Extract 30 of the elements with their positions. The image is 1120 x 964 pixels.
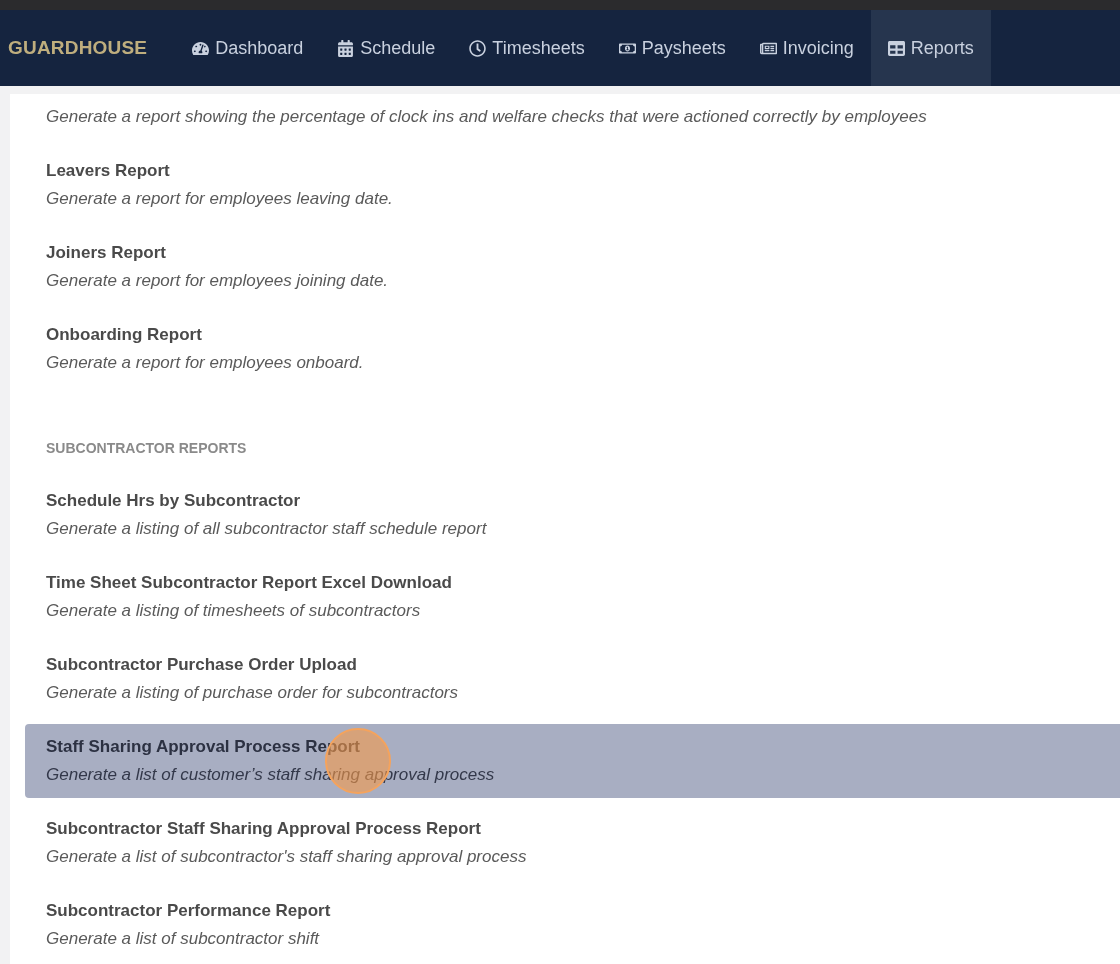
- nav-tab[interactable]: Invoicing: [742, 10, 871, 86]
- report-title: Onboarding Report: [46, 324, 203, 346]
- nav-tab[interactable]: Timesheets: [452, 10, 602, 86]
- report-description: Generate a report showing the percentage of clock ins and welfare checks that were actioned correctly by employees: [46, 106, 928, 128]
- nav-tab[interactable]: Paysheets: [601, 10, 743, 86]
- report-title: Staff Sharing Approval Process Report: [46, 736, 361, 758]
- report-title: Schedule Hrs by Subcontractor: [46, 490, 302, 512]
- report-description: Generate a report for employees joining date.: [46, 270, 390, 292]
- nav-tab[interactable]: Reports: [870, 10, 991, 86]
- report-description: Generate a list of subcontractor's staff sharing approval process: [46, 846, 528, 868]
- gauge-icon: [192, 39, 210, 57]
- section-heading: SUBCONTRACTOR REPORTS: [46, 439, 248, 458]
- report-description: Generate a listing of timesheets of subcontractors: [46, 600, 422, 622]
- report-title: Leavers Report: [46, 160, 171, 182]
- nav-tab[interactable]: Schedule: [320, 10, 453, 86]
- report-title: Subcontractor Purchase Order Upload: [46, 654, 358, 676]
- report-description: Generate a listing of all subcontractor staff schedule report: [46, 518, 488, 540]
- report-title: Subcontractor Performance Report: [46, 900, 332, 922]
- report-title: Joiners Report: [46, 242, 167, 264]
- calendar-icon: [337, 39, 355, 57]
- report-description: Generate a list of subcontractor shift: [46, 928, 321, 950]
- nav-tab[interactable]: Dashboard: [175, 10, 321, 86]
- report-description: Generate a report for employees onboard.: [46, 352, 365, 374]
- table-icon: [887, 39, 905, 57]
- report-description: Generate a listing of purchase order for subcontractors: [46, 682, 459, 704]
- report-title: Time Sheet Subcontractor Report Excel Download: [46, 572, 453, 594]
- brand-logo[interactable]: GUARDHOUSE: [8, 33, 148, 63]
- report-title: Subcontractor Staff Sharing Approval Process Report: [46, 818, 482, 840]
- clock-icon: [469, 39, 487, 57]
- report-description: Generate a report for employees leaving date.: [46, 188, 394, 210]
